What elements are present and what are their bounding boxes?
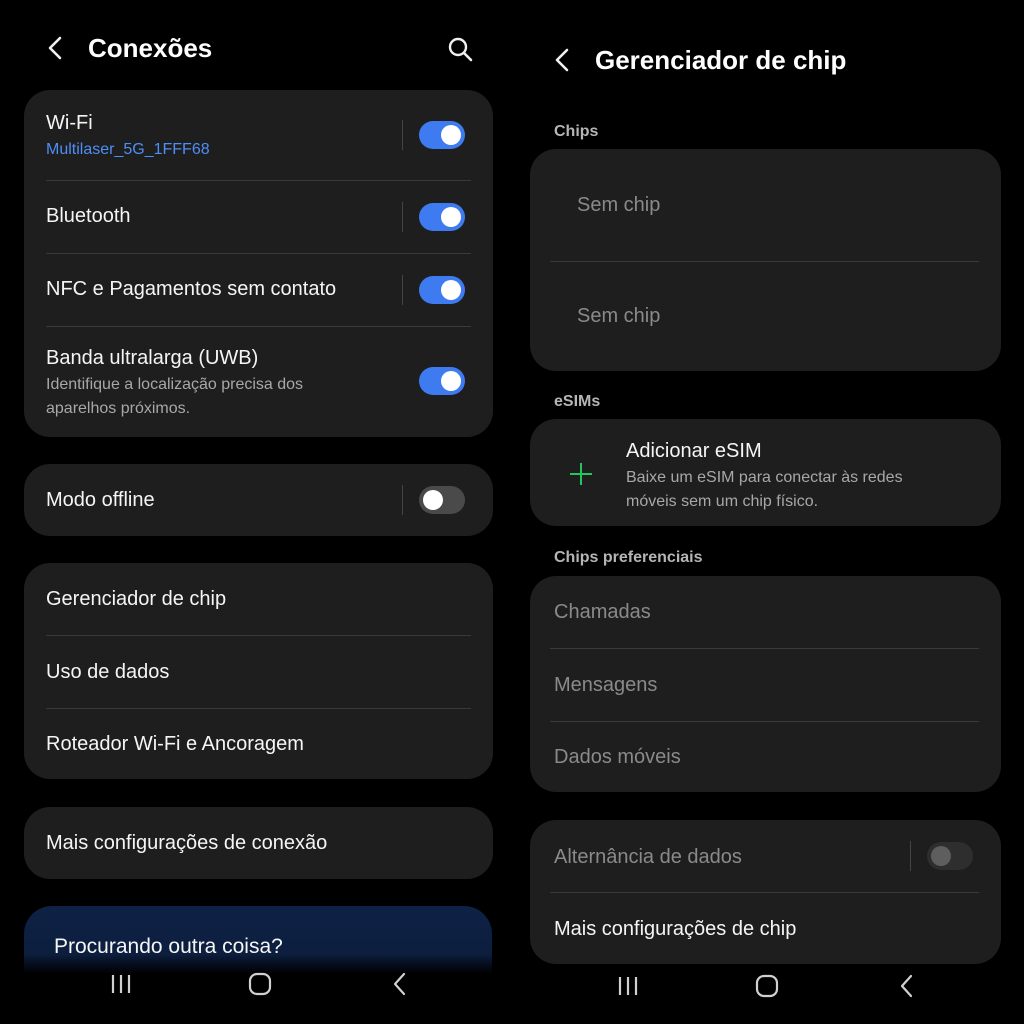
preferred-messages-label: Mensagens (554, 674, 658, 696)
page-title: Conexões (88, 33, 213, 63)
separator (402, 275, 403, 305)
data-switch-label: Alternância de dados (554, 846, 742, 868)
preferred-messages-row[interactable]: Mensagens (530, 649, 1001, 721)
uwb-label: Banda ultralarga (UWB) (46, 347, 259, 369)
list-item-label: Gerenciador de chip (46, 588, 227, 610)
section-title-preferred-chips: Chips preferenciais (554, 549, 703, 566)
recent-apps-icon[interactable] (101, 964, 141, 1004)
navigation-bar (512, 954, 1024, 1024)
bluetooth-row[interactable]: Bluetooth (24, 181, 493, 253)
chevron-left-icon[interactable] (42, 34, 70, 62)
more-connection-settings-card[interactable]: Mais configurações de conexão (24, 807, 493, 879)
bluetooth-label: Bluetooth (46, 205, 131, 227)
list-item-label: Uso de dados (46, 661, 170, 683)
separator (402, 202, 403, 232)
wireless-card: Wi-Fi Multilaser_5G_1FFF68 Bluetooth NFC… (24, 90, 493, 437)
back-icon[interactable] (380, 964, 420, 1004)
uwb-toggle[interactable] (419, 367, 465, 395)
add-esim-label: Adicionar eSIM (626, 440, 762, 462)
more-chip-settings-label: Mais configurações de chip (554, 918, 797, 940)
preferred-mobile-data-row[interactable]: Dados móveis (530, 722, 1001, 792)
nfc-row[interactable]: NFC e Pagamentos sem contato (24, 254, 493, 326)
chip-manager-screen: Gerenciador de chip Chips Sem chip Sem c… (512, 0, 1024, 1024)
navigation-bar (0, 954, 512, 1024)
nfc-toggle[interactable] (419, 276, 465, 304)
section-title-chips: Chips (554, 123, 599, 140)
data-switch-toggle[interactable] (927, 842, 973, 870)
wifi-label: Wi-Fi (46, 112, 93, 134)
network-card: Gerenciador de chip Uso de dados Roteado… (24, 563, 493, 779)
list-item-label: Roteador Wi-Fi e Ancoragem (46, 733, 304, 755)
data-switch-row[interactable]: Alternância de dados (530, 820, 1001, 892)
separator (910, 841, 911, 871)
chip-slot-1[interactable]: Sem chip (530, 149, 1001, 260)
preferred-chips-card: Chamadas Mensagens Dados móveis (530, 576, 1001, 792)
search-icon[interactable] (446, 35, 474, 63)
uwb-row[interactable]: Banda ultralarga (UWB) Identifique a loc… (24, 327, 493, 437)
list-item-chip-manager[interactable]: Gerenciador de chip (24, 563, 493, 635)
wifi-toggle[interactable] (419, 121, 465, 149)
connections-screen: Conexões Wi-Fi Multilaser_5G_1FFF68 Blue… (0, 0, 512, 1024)
chip-slot-label: Sem chip (577, 194, 661, 216)
plus-icon (570, 463, 592, 485)
preferred-calls-label: Chamadas (554, 601, 651, 623)
wifi-network-name: Multilaser_5G_1FFF68 (46, 141, 210, 158)
add-esim-card[interactable]: Adicionar eSIM Baixe um eSIM para conect… (530, 419, 1001, 526)
chip-settings-card: Alternância de dados Mais configurações … (530, 820, 1001, 964)
page-title: Gerenciador de chip (595, 45, 847, 75)
nfc-label: NFC e Pagamentos sem contato (46, 278, 337, 300)
uwb-description: Identifique a localização precisa dos ap… (46, 376, 304, 417)
more-connection-settings-label: Mais configurações de conexão (46, 832, 328, 854)
chips-card: Sem chip Sem chip (530, 149, 1001, 371)
list-item-data-usage[interactable]: Uso de dados (24, 636, 493, 708)
wifi-row[interactable]: Wi-Fi Multilaser_5G_1FFF68 (24, 90, 493, 180)
preferred-mobile-data-label: Dados móveis (554, 746, 681, 768)
separator (402, 120, 403, 150)
chip-slot-2[interactable]: Sem chip (530, 262, 1001, 371)
home-icon[interactable] (747, 966, 787, 1006)
list-item-hotspot[interactable]: Roteador Wi-Fi e Ancoragem (24, 709, 493, 779)
chip-slot-label: Sem chip (577, 305, 661, 327)
chevron-left-icon[interactable] (549, 46, 577, 74)
offline-card[interactable]: Modo offline (24, 464, 493, 536)
home-icon[interactable] (240, 964, 280, 1004)
separator (402, 485, 403, 515)
preferred-calls-row[interactable]: Chamadas (530, 576, 1001, 648)
offline-toggle[interactable] (419, 486, 465, 514)
recent-apps-icon[interactable] (608, 966, 648, 1006)
back-icon[interactable] (887, 966, 927, 1006)
offline-label: Modo offline (46, 489, 155, 511)
add-esim-description: Baixe um eSIM para conectar às redes móv… (626, 469, 903, 510)
bluetooth-toggle[interactable] (419, 203, 465, 231)
section-title-esims: eSIMs (554, 393, 601, 410)
